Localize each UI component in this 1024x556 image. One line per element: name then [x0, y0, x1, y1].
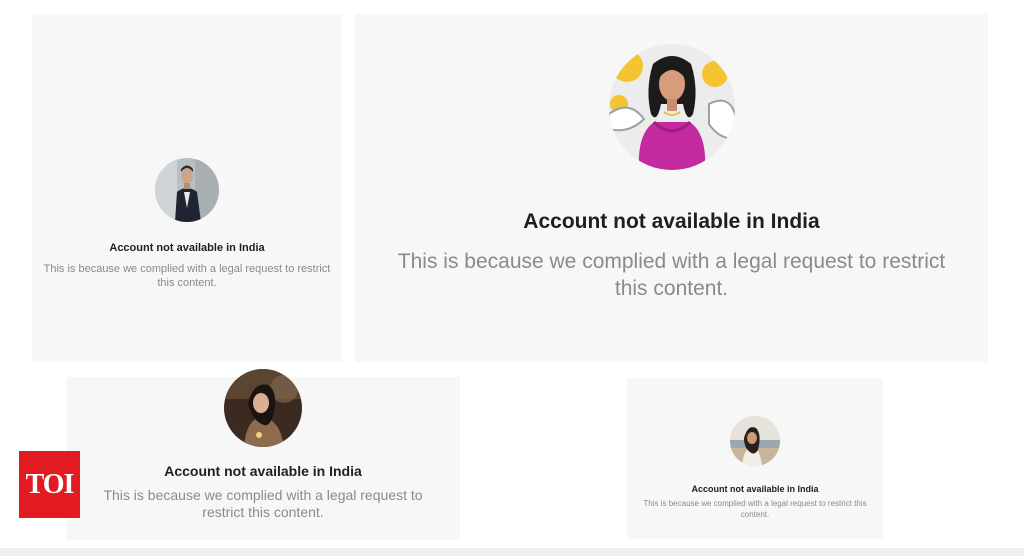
- woman-portrait-avatar: [224, 369, 302, 447]
- bottom-divider: [0, 548, 1024, 556]
- woman-on-beach-avatar: [730, 416, 780, 466]
- left-margin: [0, 0, 16, 556]
- legal-request-description: This is because we complied with a legal…: [397, 250, 946, 300]
- restricted-account-card: Account not available in India This is b…: [32, 14, 342, 362]
- legal-request-description: This is because we complied with a legal…: [103, 487, 423, 520]
- woman-in-pink-illustration-avatar: [608, 44, 735, 170]
- account-unavailable-title: Account not available in India: [109, 242, 265, 254]
- legal-request-description: This is because we complied with a legal…: [43, 263, 331, 289]
- toi-logo: TOI: [19, 451, 80, 518]
- account-unavailable-title: Account not available in India: [164, 463, 362, 479]
- restricted-account-card: Account not available in India This is b…: [355, 14, 988, 362]
- man-in-suit-avatar: [155, 158, 219, 222]
- legal-request-description: This is because we complied with a legal…: [643, 499, 867, 519]
- account-unavailable-title: Account not available in India: [691, 484, 819, 494]
- restricted-account-card: Account not available in India This is b…: [627, 378, 883, 539]
- account-unavailable-title: Account not available in India: [523, 210, 820, 233]
- right-margin: [1008, 0, 1024, 556]
- restricted-account-card: Account not available in India This is b…: [66, 369, 460, 540]
